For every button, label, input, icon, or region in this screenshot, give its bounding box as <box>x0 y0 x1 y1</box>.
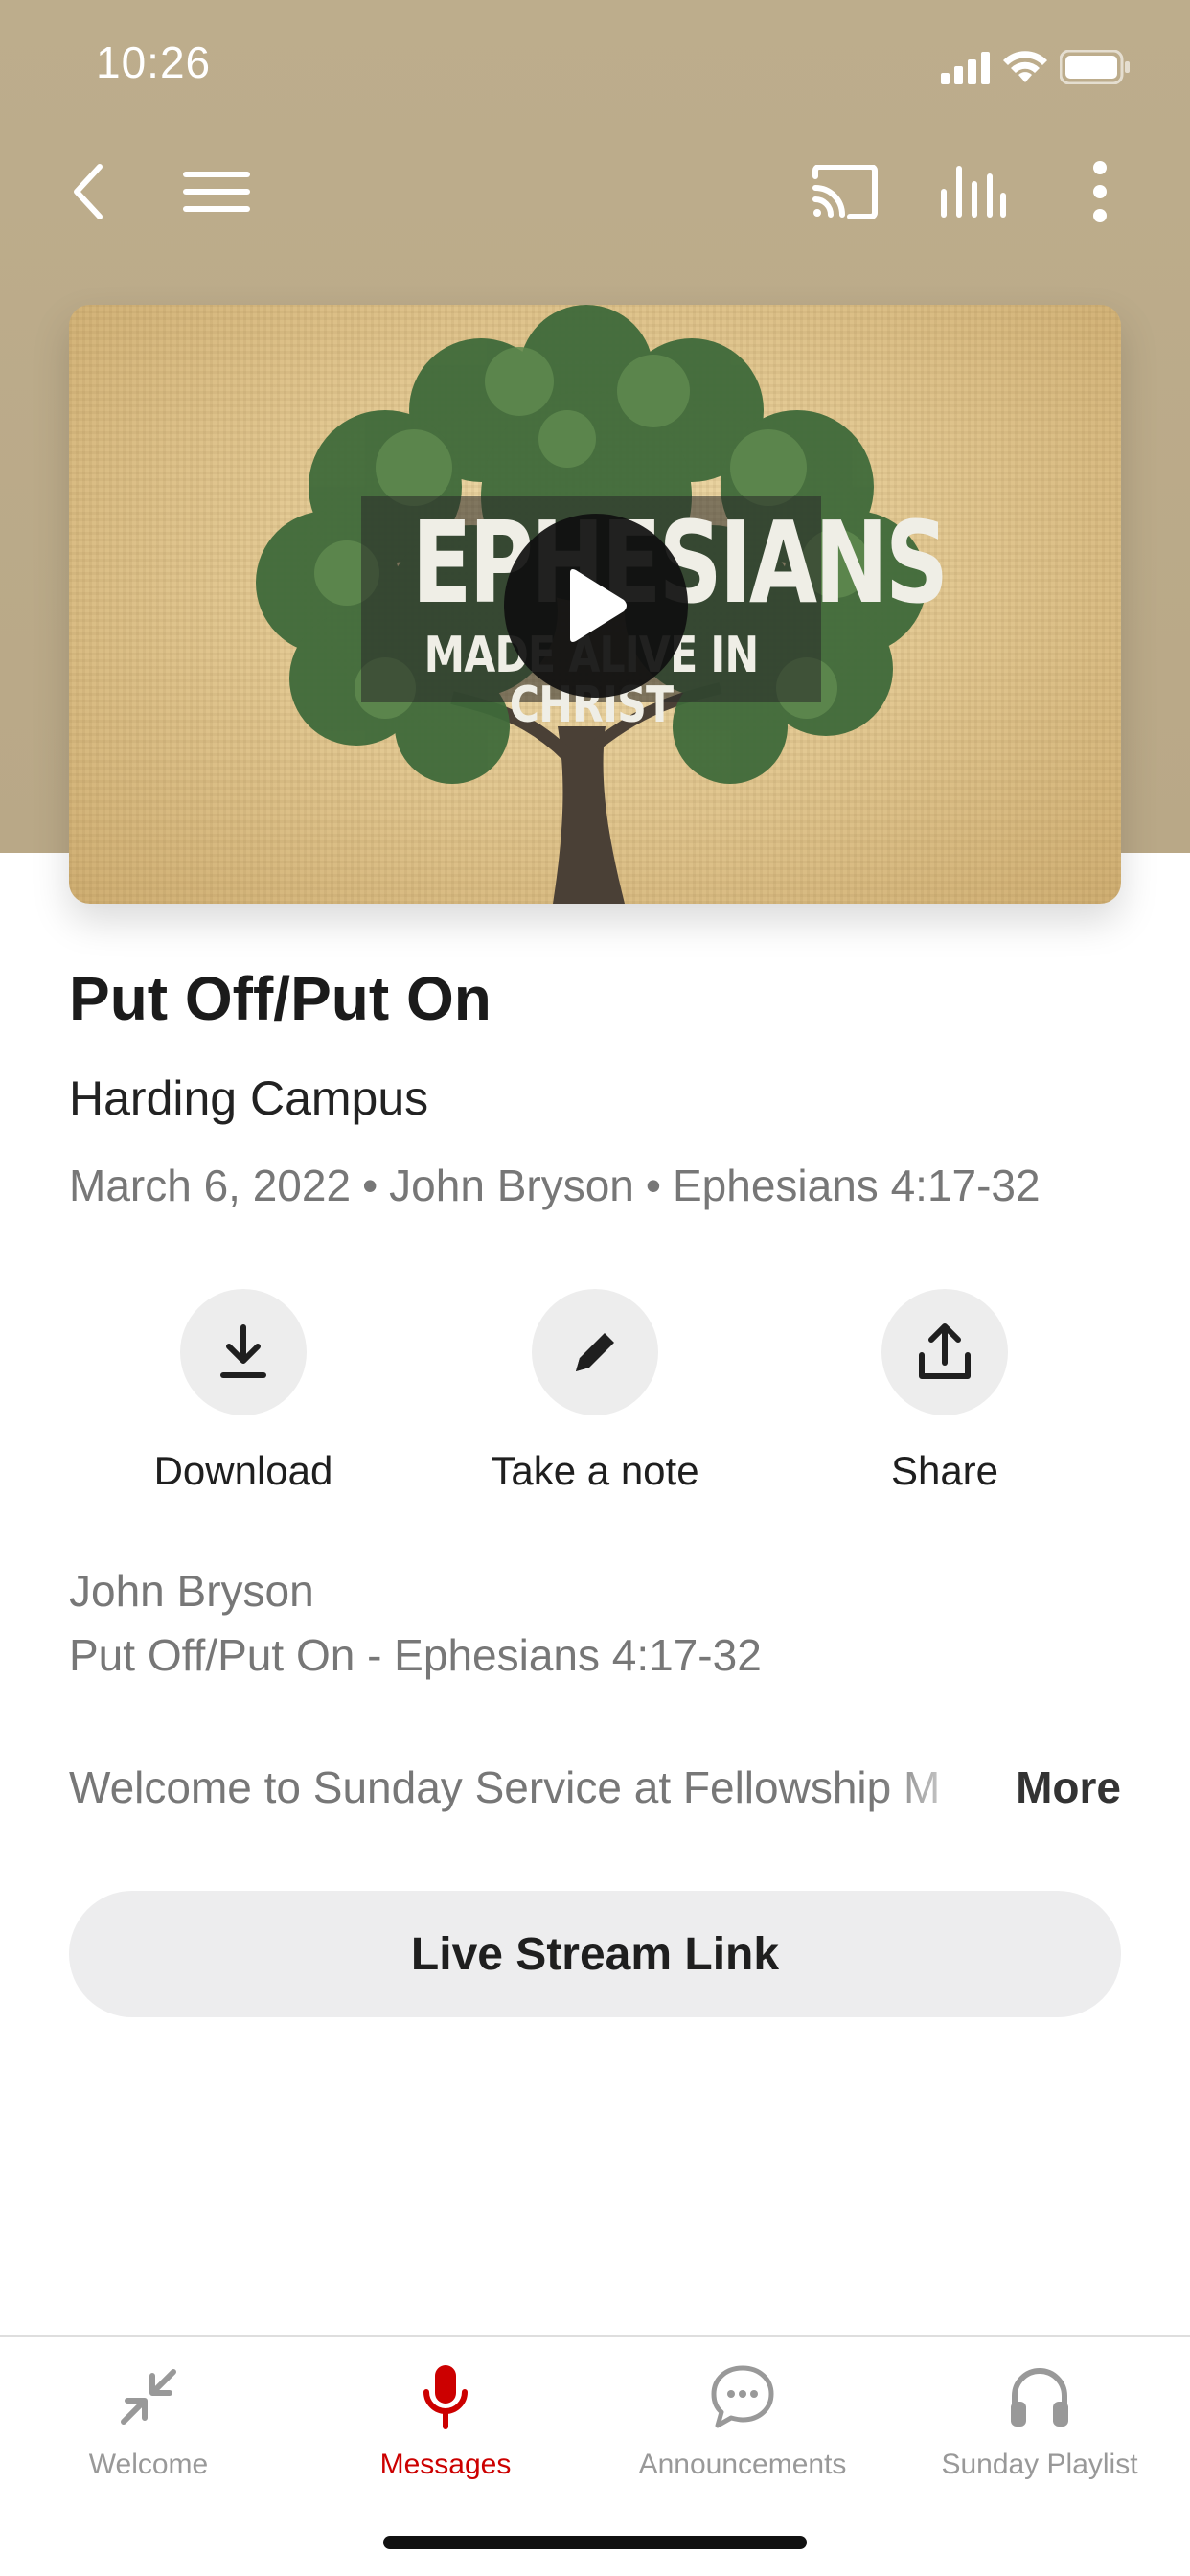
live-stream-link-button[interactable]: Live Stream Link <box>69 1891 1121 2017</box>
description-speaker: John Bryson <box>69 1566 314 1616</box>
tab-welcome[interactable]: Welcome <box>0 2358 297 2481</box>
more-link[interactable]: More <box>1016 1761 1121 1813</box>
battery-icon <box>1060 50 1130 84</box>
download-circle[interactable] <box>180 1289 307 1415</box>
message-passage: Ephesians 4:17-32 <box>672 1161 1041 1210</box>
message-date: March 6, 2022 <box>69 1161 352 1210</box>
more-vertical-icon <box>1093 161 1107 222</box>
compress-arrows-icon <box>121 2369 176 2425</box>
tab-sunday-playlist-label: Sunday Playlist <box>941 2449 1138 2480</box>
take-note-label: Take a note <box>491 1448 699 1493</box>
take-note-circle[interactable] <box>532 1289 658 1415</box>
share-button[interactable]: Share <box>801 1289 1088 1494</box>
tab-announcements[interactable]: Announcements <box>594 2358 891 2481</box>
share-label: Share <box>890 1448 999 1493</box>
chevron-left-icon <box>74 164 103 219</box>
tab-playlist-icon-wrap <box>891 2358 1188 2435</box>
play-icon <box>570 569 627 642</box>
microphone-icon <box>423 2365 468 2429</box>
tab-messages-label: Messages <box>379 2449 512 2480</box>
description-title: Put Off/Put On - Ephesians 4:17-32 <box>69 1630 762 1680</box>
cast-icon <box>812 165 878 218</box>
share-icon <box>919 1323 971 1379</box>
status-bar: 10:26 <box>0 0 1190 125</box>
home-indicator[interactable] <box>383 2536 807 2549</box>
audio-bars-icon <box>941 166 1006 218</box>
wifi-icon <box>1003 51 1047 82</box>
message-speaker: John Bryson <box>389 1161 634 1210</box>
cast-button[interactable] <box>807 153 883 230</box>
message-campus: Harding Campus <box>69 1071 429 1125</box>
meta-separator: • <box>645 1161 661 1210</box>
action-row: Download Take a note Share <box>0 1289 1190 1509</box>
take-note-button[interactable]: Take a note <box>451 1289 739 1494</box>
menu-button[interactable] <box>178 153 255 230</box>
tab-welcome-icon-wrap <box>0 2358 297 2435</box>
description-preview: Welcome to Sunday Service at Fellowship … <box>69 1762 941 1812</box>
more-options-button[interactable] <box>1062 153 1138 230</box>
tab-welcome-label: Welcome <box>88 2449 209 2480</box>
download-button[interactable]: Download <box>100 1289 387 1494</box>
top-nav-bar <box>0 134 1190 249</box>
audio-button[interactable] <box>935 153 1012 230</box>
hamburger-menu-icon <box>183 172 250 212</box>
sermon-artwork: EPHESIANS MADE ALIVE IN CHRIST <box>69 305 1121 904</box>
message-title: Put Off/Put On <box>69 964 492 1033</box>
tab-announcements-icon-wrap <box>594 2358 891 2435</box>
chat-bubble-icon <box>711 2365 774 2428</box>
download-icon <box>220 1324 266 1378</box>
tab-sunday-playlist[interactable]: Sunday Playlist <box>891 2358 1188 2481</box>
status-icons <box>941 48 1190 86</box>
back-button[interactable] <box>50 153 126 230</box>
message-meta: March 6, 2022 • John Bryson • Ephesians 4:17… <box>69 1160 1041 1211</box>
meta-separator: • <box>362 1161 378 1210</box>
pencil-icon <box>576 1333 614 1371</box>
tab-messages[interactable]: Messages <box>297 2358 594 2481</box>
tab-announcements-label: Announcements <box>638 2449 847 2480</box>
download-label: Download <box>153 1448 333 1493</box>
share-circle[interactable] <box>881 1289 1008 1415</box>
headphones-icon <box>1011 2368 1068 2426</box>
signal-icon <box>941 52 990 84</box>
play-button[interactable] <box>504 514 688 698</box>
status-time: 10:26 <box>96 37 212 87</box>
tab-messages-icon-wrap <box>297 2358 594 2435</box>
